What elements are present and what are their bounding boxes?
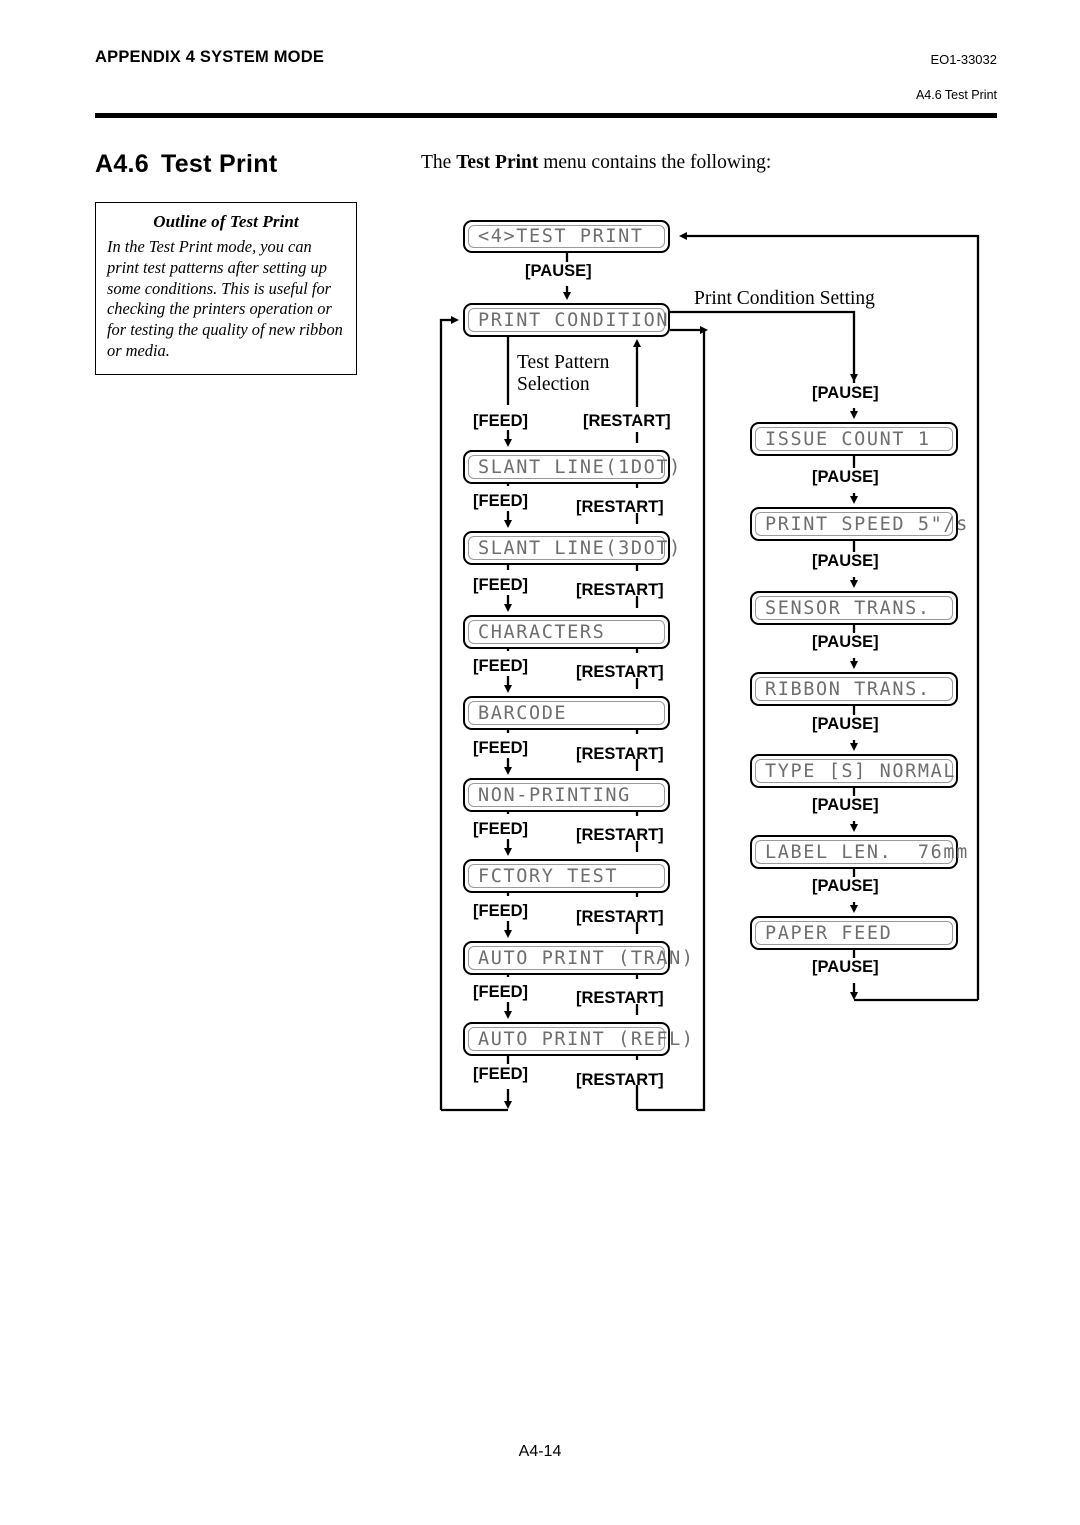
flow-box-auto-print-refl[interactable]: AUTO PRINT (REFL)	[463, 1022, 693, 1056]
flow-box-print-speed[interactable]: PRINT SPEED 5"/s	[750, 507, 967, 541]
flow-box-label: SLANT LINE(1DOT)	[478, 456, 682, 478]
key-label-feed-7: [FEED]	[473, 902, 528, 920]
flow-box-characters[interactable]: CHARACTERS	[463, 615, 670, 649]
flow-box-label: ISSUE COUNT 1	[765, 428, 931, 450]
flow-box-auto-print-tran[interactable]: AUTO PRINT (TRAN)	[463, 941, 693, 975]
key-label-pause-r2: [PAUSE]	[812, 468, 879, 486]
flow-box-test-print[interactable]: <4>TEST PRINT	[463, 220, 670, 253]
flow-box-label: AUTO PRINT (REFL)	[478, 1028, 695, 1050]
test-print-flow-diagram: <4>TEST PRINT [PAUSE] PRINT CONDITION Pr…	[0, 0, 1080, 1200]
key-label-restart-6: [RESTART]	[576, 826, 664, 844]
flow-box-issue-count[interactable]: ISSUE COUNT 1	[750, 422, 958, 456]
key-label-restart-9: [RESTART]	[576, 1071, 664, 1089]
key-label-restart-1: [RESTART]	[583, 412, 671, 430]
flow-box-label: PRINT SPEED 5"/s	[765, 513, 969, 535]
annotation-line-2: Selection	[517, 373, 590, 395]
key-label-restart-8: [RESTART]	[576, 989, 664, 1007]
flow-box-label: BARCODE	[478, 702, 568, 724]
flow-box-fctory-test[interactable]: FCTORY TEST	[463, 859, 670, 893]
document-page: APPENDIX 4 SYSTEM MODE EO1-33032 A4.6 Te…	[0, 0, 1080, 1525]
flow-box-label: AUTO PRINT (TRAN)	[478, 947, 695, 969]
key-label-feed-5: [FEED]	[473, 739, 528, 757]
flow-box-sensor-trans[interactable]: SENSOR TRANS.	[750, 591, 958, 625]
key-label-restart-2: [RESTART]	[576, 498, 664, 516]
key-label-feed-1: [FEED]	[473, 412, 528, 430]
key-label-pause-r7: [PAUSE]	[812, 877, 879, 895]
flow-box-label: FCTORY TEST	[478, 865, 619, 887]
key-label-pause-r3: [PAUSE]	[812, 552, 879, 570]
flow-box-label: TYPE [S] NORMAL	[765, 760, 957, 782]
key-label-feed-8: [FEED]	[473, 983, 528, 1001]
key-label-pause-r4: [PAUSE]	[812, 633, 879, 651]
flow-box-label: PAPER FEED	[765, 922, 893, 944]
key-label-feed-2: [FEED]	[473, 492, 528, 510]
flow-box-label: <4>TEST PRINT	[478, 226, 644, 247]
annotation-print-condition-setting: Print Condition Setting	[694, 288, 875, 309]
flow-box-label: SENSOR TRANS.	[765, 597, 931, 619]
key-label-restart-7: [RESTART]	[576, 908, 664, 926]
flow-box-barcode[interactable]: BARCODE	[463, 696, 670, 730]
flow-box-label: NON-PRINTING	[478, 784, 631, 806]
key-label-pause-r8: [PAUSE]	[812, 958, 879, 976]
annotation-test-pattern-selection: Test Pattern Selection	[517, 352, 609, 396]
key-label-feed-4: [FEED]	[473, 657, 528, 675]
flow-box-label: CHARACTERS	[478, 621, 606, 643]
flow-box-label: RIBBON TRANS.	[765, 678, 931, 700]
flow-box-non-printing[interactable]: NON-PRINTING	[463, 778, 670, 812]
key-label-pause-root: [PAUSE]	[525, 262, 592, 280]
key-label-feed-9: [FEED]	[473, 1065, 528, 1083]
key-label-pause-r5: [PAUSE]	[812, 715, 879, 733]
key-label-pause-r6: [PAUSE]	[812, 796, 879, 814]
flow-box-label: PRINT CONDITION	[478, 309, 670, 331]
key-label-feed-3: [FEED]	[473, 576, 528, 594]
flow-box-print-condition[interactable]: PRINT CONDITION	[463, 303, 670, 337]
annotation-line-1: Test Pattern	[517, 352, 610, 373]
page-number: A4-14	[518, 1443, 562, 1460]
flow-box-slant-line-3dot[interactable]: SLANT LINE(3DOT)	[463, 531, 680, 565]
flow-box-label: SLANT LINE(3DOT)	[478, 537, 682, 559]
key-label-restart-3: [RESTART]	[576, 581, 664, 599]
flow-box-label-length[interactable]: LABEL LEN. 76mm	[750, 835, 967, 869]
flow-box-ribbon-trans[interactable]: RIBBON TRANS.	[750, 672, 958, 706]
key-label-feed-6: [FEED]	[473, 820, 528, 838]
flow-box-slant-line-1dot[interactable]: SLANT LINE(1DOT)	[463, 450, 680, 484]
key-label-restart-5: [RESTART]	[576, 745, 664, 763]
flow-box-paper-feed[interactable]: PAPER FEED	[750, 916, 958, 950]
key-label-pause-r1: [PAUSE]	[812, 384, 879, 402]
flow-box-label: LABEL LEN. 76mm	[765, 841, 969, 863]
flow-box-type-normal[interactable]: TYPE [S] NORMAL	[750, 754, 958, 788]
key-label-restart-4: [RESTART]	[576, 663, 664, 681]
